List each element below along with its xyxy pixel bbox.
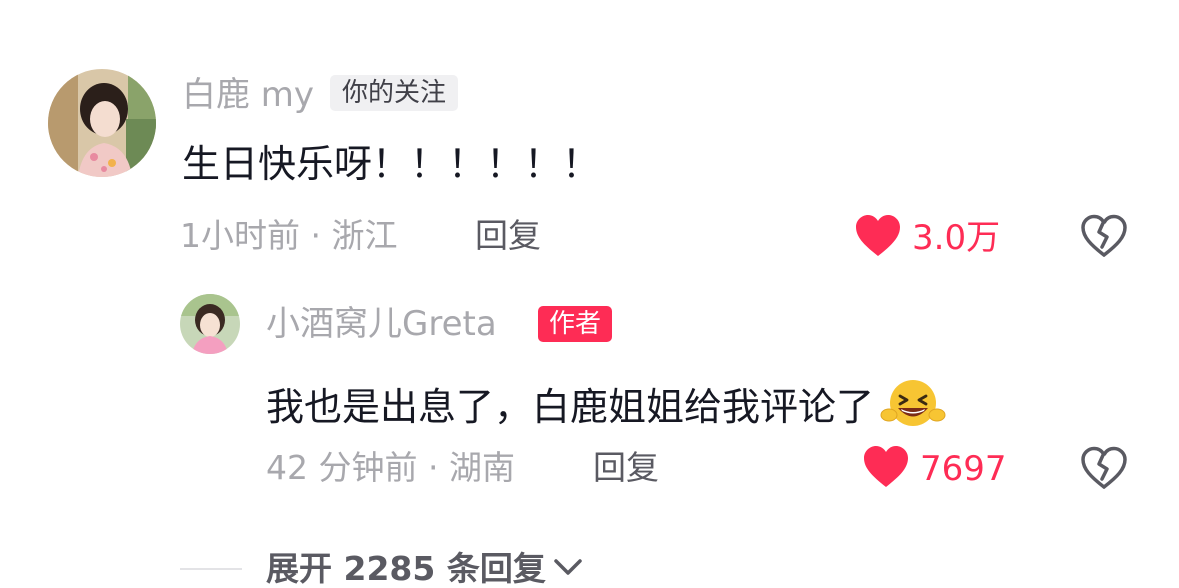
- following-badge: 你的关注: [330, 75, 459, 111]
- heart-icon: [862, 445, 910, 493]
- like-count: 7697: [920, 449, 1007, 489]
- comment-text: 我也是出息了，白鹿姐姐给我评论了: [266, 385, 875, 429]
- dislike-button[interactable]: [1080, 446, 1128, 494]
- like-button[interactable]: 7697: [862, 445, 1007, 493]
- comment-time-location: 1小时前 · 浙江: [180, 216, 398, 255]
- expand-replies-button[interactable]: 展开 2285 条回复: [180, 552, 584, 585]
- comment-username[interactable]: 白鹿 my: [182, 78, 314, 112]
- author-badge: 作者: [538, 306, 613, 342]
- comment-time-location: 42 分钟前 · 湖南: [266, 448, 515, 487]
- reply-button[interactable]: 回复: [593, 451, 659, 484]
- reply-button[interactable]: 回复: [475, 219, 541, 252]
- grinning-squinting-face-icon: [880, 377, 946, 437]
- comment-text: 生日快乐呀！！！！！！: [182, 142, 601, 186]
- avatar[interactable]: [180, 294, 240, 354]
- comment-username[interactable]: 小酒窝儿Greta: [266, 307, 497, 341]
- chevron-down-icon: [552, 556, 584, 582]
- heart-icon: [854, 214, 902, 262]
- divider: [180, 567, 242, 570]
- broken-heart-icon: [1080, 214, 1128, 262]
- avatar[interactable]: [48, 69, 156, 177]
- expand-replies-label: 展开 2285 条回复: [266, 549, 546, 588]
- broken-heart-icon: [1080, 446, 1128, 494]
- like-button[interactable]: 3.0万: [854, 214, 1000, 262]
- dislike-button[interactable]: [1080, 214, 1128, 262]
- like-count: 3.0万: [912, 218, 1001, 258]
